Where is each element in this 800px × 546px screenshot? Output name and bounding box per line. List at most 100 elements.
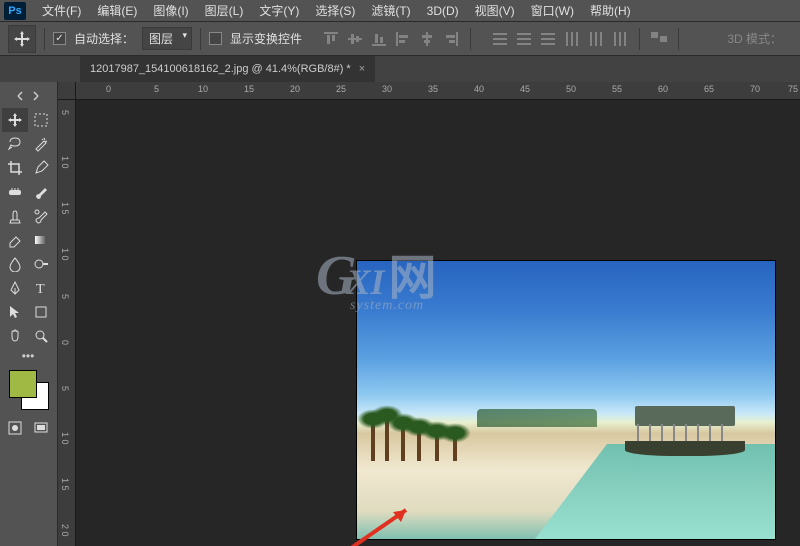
auto-select-label: 自动选择： [74,30,134,47]
ruler-tick: 1 5 [60,478,70,491]
crop-tool[interactable] [2,156,28,180]
type-tool[interactable]: T [28,276,54,300]
ruler-tick: 30 [382,84,392,94]
ruler-tick: 1 5 [60,202,70,215]
ruler-tick: 35 [428,84,438,94]
ruler-tick: 15 [244,84,254,94]
ruler-tick: 1 0 [60,248,70,261]
ruler-tick: 55 [612,84,622,94]
menu-select[interactable]: 选择(S) [307,0,363,21]
layer-dropdown[interactable]: 图层 [142,27,192,50]
align-top-icon[interactable] [320,28,342,50]
history-brush-tool[interactable] [28,204,54,228]
menubar: Ps 文件(F) 编辑(E) 图像(I) 图层(L) 文字(Y) 选择(S) 滤… [0,0,800,22]
edit-toolbar-icon[interactable]: ••• [2,348,54,364]
align-bottom-icon[interactable] [368,28,390,50]
menu-view[interactable]: 视图(V) [467,0,523,21]
brush-tool[interactable] [28,180,54,204]
hand-tool[interactable] [2,324,28,348]
distribute-bottom-icon[interactable] [537,28,559,50]
toolbox: T ••• [0,82,58,546]
ruler-tick: 70 [750,84,760,94]
path-select-tool[interactable] [2,300,28,324]
distribute-left-icon[interactable] [561,28,583,50]
auto-align-icon[interactable] [648,28,670,50]
ruler-tick: 45 [520,84,530,94]
eraser-tool[interactable] [2,228,28,252]
ruler-vertical[interactable]: 5 1 0 1 5 1 0 5 0 5 1 0 1 5 2 0 [58,100,76,546]
divider [44,28,45,50]
ruler-tick: 1 0 [60,432,70,445]
3d-mode-label: 3D 模式： [727,30,782,47]
move-tool-indicator[interactable] [8,25,36,53]
palm-trees [357,411,477,471]
marquee-tool[interactable] [28,108,54,132]
ruler-tick: 2 0 [60,524,70,537]
foreground-swatch[interactable] [9,370,37,398]
canvas-area: 0 5 10 15 20 25 30 35 40 45 50 55 60 65 … [58,82,800,546]
divider [678,28,679,50]
document-tab[interactable]: 12017987_154100618162_2.jpg @ 41.4%(RGB/… [80,56,375,82]
document-image[interactable] [356,260,776,540]
align-group [320,28,462,50]
menu-image[interactable]: 图像(I) [145,0,196,21]
ruler-tick: 0 [60,340,70,345]
show-transform-label: 显示变换控件 [230,30,302,47]
ruler-tick: 25 [336,84,346,94]
healing-brush-tool[interactable] [2,180,28,204]
ruler-horizontal[interactable]: 0 5 10 15 20 25 30 35 40 45 50 55 60 65 … [76,82,800,100]
tab-close-icon[interactable]: × [359,63,365,75]
ruler-tick: 0 [106,84,111,94]
menu-help[interactable]: 帮助(H) [582,0,639,21]
eyedropper-tool[interactable] [28,156,54,180]
lasso-tool[interactable] [2,132,28,156]
ruler-tick: 1 0 [60,156,70,169]
tab-title: 12017987_154100618162_2.jpg @ 41.4%(RGB/… [90,63,351,75]
pen-tool[interactable] [2,276,28,300]
dodge-tool[interactable] [28,252,54,276]
menu-layer[interactable]: 图层(L) [197,0,252,21]
distribute-top-icon[interactable] [489,28,511,50]
menu-filter[interactable]: 滤镜(T) [363,0,418,21]
color-swatches[interactable] [9,370,49,410]
magic-wand-tool[interactable] [28,132,54,156]
align-left-icon[interactable] [392,28,414,50]
clone-stamp-tool[interactable] [2,204,28,228]
align-hcenter-icon[interactable] [416,28,438,50]
collapse-arrows-icon[interactable] [2,84,54,108]
zoom-tool[interactable] [28,324,54,348]
menu-3d[interactable]: 3D(D) [419,2,467,20]
blur-tool[interactable] [2,252,28,276]
menu-edit[interactable]: 编辑(E) [89,0,145,21]
menu-type[interactable]: 文字(Y) [251,0,307,21]
boat [625,406,745,461]
screenmode-tool[interactable] [28,416,54,440]
auto-select-checkbox[interactable]: ✓ [53,32,66,45]
options-bar: ✓ 自动选择： 图层 显示变换控件 3D 模式： [0,22,800,56]
ruler-corner [58,82,76,100]
quickmask-tool[interactable] [2,416,28,440]
watermark-g: G [316,245,356,307]
divider [470,28,471,50]
ruler-tick: 40 [474,84,484,94]
ruler-tick: 50 [566,84,576,94]
gradient-tool[interactable] [28,228,54,252]
move-tool[interactable] [2,108,28,132]
distribute-vcenter-icon[interactable] [513,28,535,50]
ruler-tick: 10 [198,84,208,94]
distribute-group [489,28,631,50]
align-vcenter-icon[interactable] [344,28,366,50]
main-area: T ••• 0 5 10 15 20 25 [0,82,800,546]
show-transform-checkbox[interactable] [209,32,222,45]
distribute-right-icon[interactable] [609,28,631,50]
menu-window[interactable]: 窗口(W) [523,0,582,21]
menu-file[interactable]: 文件(F) [34,0,89,21]
divider [200,28,201,50]
align-right-icon[interactable] [440,28,462,50]
distribute-hcenter-icon[interactable] [585,28,607,50]
shape-tool[interactable] [28,300,54,324]
ruler-tick: 20 [290,84,300,94]
ruler-tick: 60 [658,84,668,94]
canvas-content[interactable]: GXI网 system.com [76,100,800,546]
ruler-tick: 5 [60,386,70,391]
